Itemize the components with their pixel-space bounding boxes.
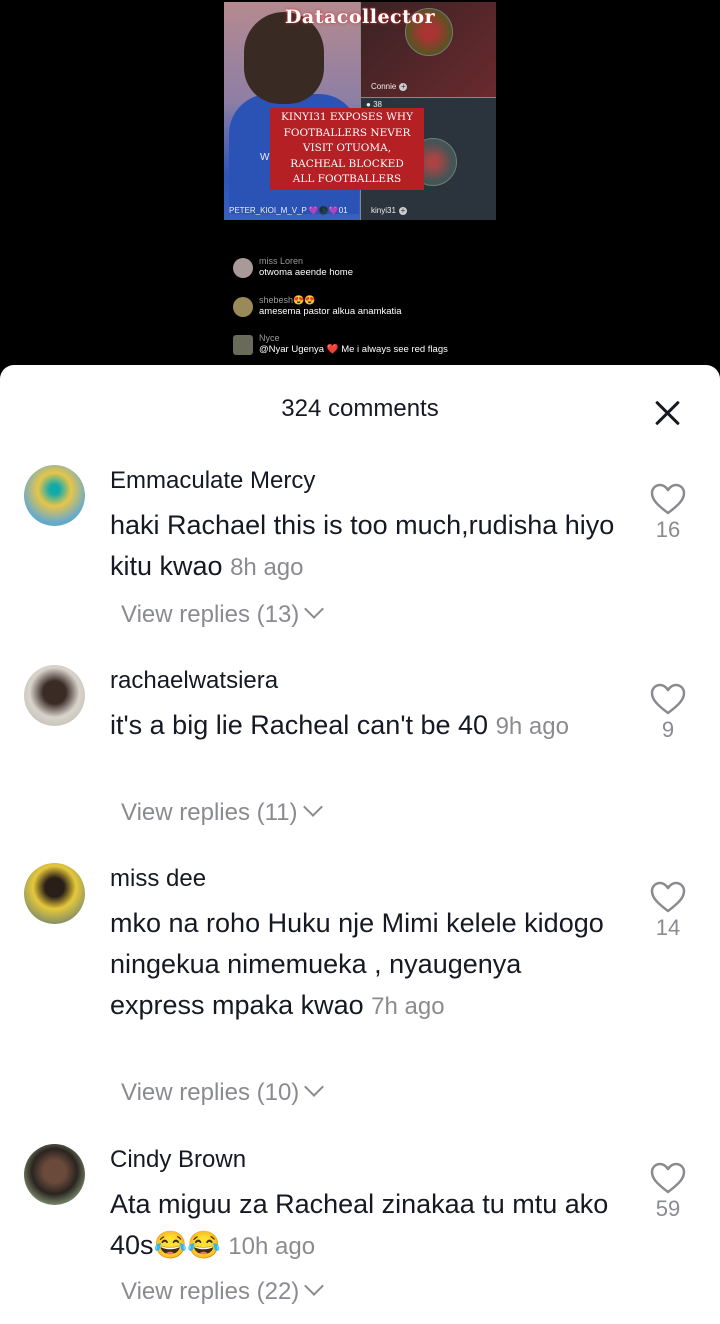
video-headline: KINYI31 EXPOSES WHY FOOTBALLERS NEVER VI… — [270, 108, 424, 190]
comment-time: 9h ago — [495, 713, 569, 740]
heart-outline-icon — [650, 483, 686, 515]
comment-username[interactable]: Emmaculate Mercy — [110, 467, 315, 495]
like-button[interactable]: 59 — [648, 1162, 688, 1222]
replies-label: View replies (10) — [121, 1079, 300, 1106]
live-comment-text: amesema pastor alkua anamkatia — [259, 306, 402, 317]
avatar[interactable] — [24, 465, 85, 526]
comments-sheet: 324 comments Emmaculate Mercy haki Racha… — [0, 365, 720, 1324]
avatar — [233, 297, 253, 317]
watermark-title: Datacollector — [284, 6, 436, 28]
view-replies-button[interactable]: View replies (22) — [121, 1276, 325, 1306]
headline-line: RACHEAL BLOCKED — [290, 157, 404, 170]
comment-body: haki Rachael this is too much,rudisha hi… — [110, 510, 615, 581]
live-comment-user: Nyce — [259, 333, 280, 343]
video-player[interactable]: PETER_KIOI_M_V_P 💜🌑💜01 W∃ Connie + ● 38 k… — [0, 0, 720, 380]
comment-body: it's a big lie Racheal can't be 40 — [110, 710, 489, 740]
avatar[interactable] — [24, 1144, 85, 1205]
avatar — [233, 258, 253, 278]
comment-body: Ata miguu za Racheal zinakaa tu mtu ako … — [110, 1189, 609, 1260]
follow-plus-icon: + — [398, 205, 407, 215]
comments-count-title: 324 comments — [281, 395, 439, 422]
comment-body: mko na roho Huku nje Mimi kelele kidogo … — [110, 908, 604, 1020]
comment-username[interactable]: Cindy Brown — [110, 1146, 246, 1174]
comment-text: mko na roho Huku nje Mimi kelele kidogo … — [110, 903, 620, 1027]
view-replies-button[interactable]: View replies (10) — [121, 1077, 325, 1107]
like-button[interactable]: 16 — [648, 483, 688, 543]
live-comment-user: shebesh😍😍 — [259, 295, 316, 305]
follow-plus-icon: + — [399, 81, 408, 91]
like-button[interactable]: 9 — [648, 683, 688, 743]
replies-label: View replies (11) — [121, 799, 298, 826]
replies-label: View replies (22) — [121, 1278, 300, 1305]
video-thumbnail: PETER_KIOI_M_V_P 💜🌑💜01 W∃ Connie + ● 38 k… — [224, 2, 496, 220]
chevron-down-icon — [304, 1077, 325, 1097]
comment-text: Ata miguu za Racheal zinakaa tu mtu ako … — [110, 1184, 620, 1267]
headline-line: ALL FOOTBALLERS — [292, 173, 402, 185]
host-label: PETER_KIOI_M_V_P 💜🌑💜01 — [229, 206, 348, 215]
live-comment-text: @Nyar Ugenya ❤️ Me i always see red flag… — [259, 344, 448, 355]
like-button[interactable]: 14 — [648, 881, 688, 941]
chevron-down-icon — [302, 797, 323, 817]
chevron-down-icon — [304, 1276, 325, 1296]
live-comment-user: miss Loren — [259, 256, 304, 266]
comment-text: it's a big lie Racheal can't be 40 9h ag… — [110, 705, 620, 747]
close-icon[interactable] — [654, 399, 682, 427]
headline-line: FOOTBALLERS NEVER — [283, 126, 411, 139]
avatar[interactable] — [24, 863, 85, 924]
guest2-label: kinyi31 — [371, 206, 396, 215]
live-comment-text: otwoma aeende home — [259, 267, 354, 278]
comment-time: 10h ago — [228, 1233, 316, 1260]
view-replies-button[interactable]: View replies (13) — [121, 599, 325, 629]
chevron-down-icon — [304, 599, 325, 619]
heart-outline-icon — [650, 683, 686, 715]
replies-label: View replies (13) — [121, 601, 300, 628]
comment-username[interactable]: miss dee — [110, 865, 206, 893]
comment-text: haki Rachael this is too much,rudisha hi… — [110, 505, 620, 588]
comment-time: 8h ago — [230, 554, 304, 581]
headline-line: VISIT OTUOMA, — [302, 142, 392, 154]
comment-username[interactable]: rachaelwatsiera — [110, 667, 278, 695]
view-replies-button[interactable]: View replies (11) — [121, 797, 323, 827]
headline-line: KINYI31 EXPOSES WHY — [280, 111, 414, 123]
guest1-label: Connie — [371, 82, 397, 91]
heart-outline-icon — [650, 1162, 686, 1194]
like-count: 9 — [661, 717, 675, 742]
like-count: 16 — [655, 517, 681, 542]
heart-outline-icon — [650, 881, 686, 913]
like-count: 14 — [655, 915, 681, 940]
comment-time: 7h ago — [371, 993, 445, 1020]
avatar[interactable] — [24, 665, 85, 726]
like-count: 59 — [655, 1196, 681, 1221]
avatar — [233, 335, 253, 355]
